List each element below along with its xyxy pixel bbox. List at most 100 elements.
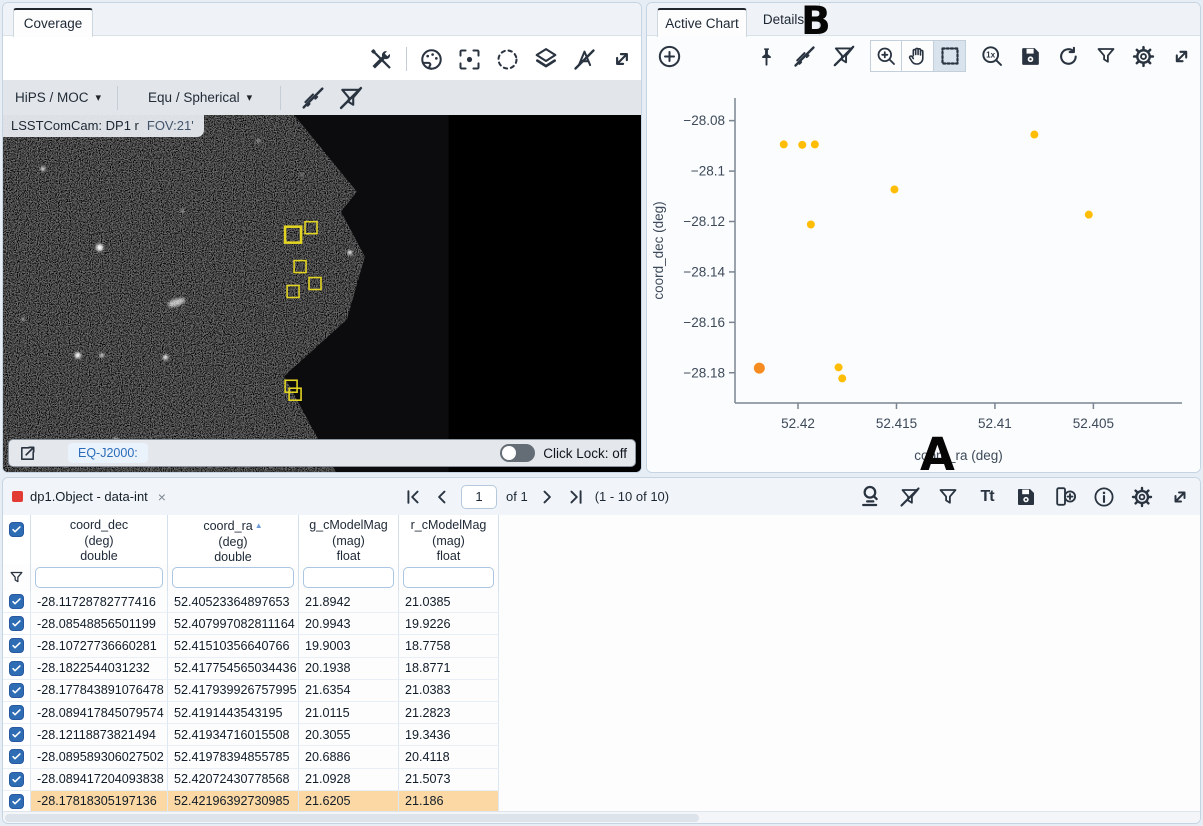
- table-row[interactable]: -28.1822544031232 52.417754565034436 20.19…: [3, 657, 500, 680]
- tools-icon[interactable]: [368, 46, 395, 73]
- chart-plot-area[interactable]: −28.08 −28.1 −28.12 −28.14 −28.16 −28.18 52.42…: [647, 76, 1200, 472]
- toolbar-divider: [406, 47, 407, 71]
- row-checkbox[interactable]: [9, 771, 24, 787]
- filter-input-coord-ra[interactable]: [172, 567, 294, 588]
- table-cell: 19.9226: [399, 613, 499, 636]
- chart-toolbar: 1x: [647, 36, 1200, 76]
- next-page-icon[interactable]: [537, 487, 557, 507]
- expand-icon[interactable]: [1169, 44, 1194, 69]
- settings-icon[interactable]: [1130, 485, 1154, 509]
- table-cell: 21.6354: [299, 679, 399, 702]
- table-cell: 18.8771: [399, 657, 499, 680]
- restore-icon[interactable]: [1056, 44, 1081, 69]
- tab-coverage[interactable]: Coverage: [13, 8, 93, 37]
- select-mode-button[interactable]: [934, 40, 966, 72]
- table-row[interactable]: -28.08548856501199 52.407997082811164 20.9…: [3, 613, 500, 636]
- row-checkbox[interactable]: [9, 749, 24, 765]
- row-checkbox-cell: [3, 591, 31, 614]
- table-row[interactable]: -28.089589306027502 52.41978394855785 20.6…: [3, 746, 500, 769]
- close-icon[interactable]: ×: [158, 489, 166, 505]
- select-all-checkbox[interactable]: [9, 522, 24, 537]
- selection-ellipse-icon[interactable]: [494, 46, 521, 73]
- column-header-g-cmodelmag[interactable]: g_cModelMag (mag) float: [299, 515, 399, 564]
- sky-image: [3, 115, 641, 472]
- pin-icon[interactable]: [755, 45, 778, 68]
- column-header-coord-dec[interactable]: coord_dec (deg) double: [31, 515, 168, 564]
- row-checkbox[interactable]: [9, 616, 24, 632]
- table-cell: 21.0383: [399, 679, 499, 702]
- table-row[interactable]: -28.177843891076478 52.417939926757995 21.…: [3, 679, 500, 702]
- table-row[interactable]: -28.11728782777416 52.40523364897653 21.89…: [3, 591, 500, 614]
- click-lock-toggle[interactable]: [500, 444, 536, 462]
- unhighlight-icon[interactable]: [791, 43, 818, 70]
- row-checkbox-cell: [3, 613, 31, 636]
- table-row[interactable]: -28.12118873821494 52.41934716015508 20.30…: [3, 724, 500, 747]
- unhighlight-icon[interactable]: [299, 84, 327, 112]
- row-checkbox[interactable]: [9, 793, 24, 809]
- filter-input-g-cmodelmag[interactable]: [303, 567, 394, 588]
- expand-icon[interactable]: [609, 46, 635, 72]
- horizontal-scrollbar[interactable]: [3, 811, 1200, 823]
- row-checkbox[interactable]: [9, 638, 24, 654]
- table-row[interactable]: -28.17818305197136 52.42196392730985 21.62…: [3, 790, 500, 813]
- table-cell: 52.41978394855785: [168, 746, 299, 769]
- info-icon[interactable]: [1092, 485, 1116, 509]
- external-link-icon[interactable]: [17, 443, 38, 464]
- table-cell: 19.3436: [399, 724, 499, 747]
- add-chart-icon[interactable]: [656, 43, 683, 70]
- instrument-label: LSSTComCam: DP1 r: [11, 118, 139, 133]
- zoom-in-mode-button[interactable]: [870, 40, 902, 72]
- column-header-r-cmodelmag[interactable]: r_cModelMag (mag) float: [399, 515, 499, 564]
- clear-filter-icon[interactable]: [337, 84, 365, 112]
- filter-row-icon: [8, 569, 25, 586]
- tab-active-chart[interactable]: Active Chart: [657, 8, 747, 37]
- measure-off-icon[interactable]: [571, 46, 598, 73]
- options-divider2: [280, 85, 282, 110]
- first-page-icon[interactable]: [403, 487, 423, 507]
- hips-moc-dropdown[interactable]: HiPS / MOC ▾: [15, 90, 101, 105]
- column-unit: (deg): [84, 533, 114, 548]
- filter-icon[interactable]: [1094, 44, 1118, 68]
- table-row[interactable]: -28.10727736660281 52.41510356640766 19.90…: [3, 635, 500, 658]
- table-row[interactable]: -28.089417204093838 52.42072430778568 21.0…: [3, 768, 500, 791]
- filter-input-r-cmodelmag[interactable]: [403, 567, 494, 588]
- pan-mode-button[interactable]: [902, 40, 934, 72]
- column-header-coord-ra[interactable]: coord_ra ▲ (deg) double: [168, 515, 299, 564]
- save-icon[interactable]: [1018, 44, 1043, 69]
- text-view-icon[interactable]: Tt: [974, 485, 1000, 509]
- sky-viewer[interactable]: LSSTComCam: DP1 r FOV:21' EQ-J2000: Click…: [3, 115, 641, 472]
- table-row[interactable]: -28.089417845079574 52.4191443543195 21.01…: [3, 701, 500, 725]
- filter-icon[interactable]: [936, 485, 960, 509]
- scrollbar-thumb[interactable]: [5, 814, 700, 822]
- add-column-icon[interactable]: [1052, 484, 1078, 509]
- row-checkbox-cell: [3, 701, 31, 725]
- row-checkbox[interactable]: [9, 660, 24, 676]
- prev-page-icon[interactable]: [432, 487, 452, 507]
- column-type: float: [436, 549, 461, 563]
- layers-icon[interactable]: [532, 45, 560, 73]
- row-checkbox[interactable]: [9, 682, 24, 698]
- recenter-icon[interactable]: [456, 46, 483, 73]
- row-checkbox[interactable]: [9, 594, 24, 610]
- last-page-icon[interactable]: [566, 487, 586, 507]
- coord-readout[interactable]: EQ-J2000:: [68, 443, 148, 463]
- expand-icon[interactable]: [1168, 485, 1192, 509]
- chart-panel: Active Chart Details 1x −28.08 −28.1 −28.1…: [646, 2, 1201, 473]
- row-checkbox[interactable]: [9, 705, 24, 721]
- clear-filter-icon[interactable]: [831, 43, 857, 69]
- save-icon[interactable]: [1014, 485, 1038, 509]
- pin-chart-icon[interactable]: [857, 483, 884, 510]
- projection-dropdown[interactable]: Equ / Spherical ▾: [148, 90, 252, 105]
- filter-input-coord-dec[interactable]: [35, 567, 163, 588]
- page-number-input[interactable]: [461, 484, 497, 509]
- svg-text:52.41: 52.41: [978, 416, 1012, 431]
- row-checkbox[interactable]: [9, 727, 24, 743]
- settings-icon[interactable]: [1131, 44, 1156, 69]
- zoom-original-icon[interactable]: 1x: [979, 43, 1005, 69]
- column-header-row: coord_dec (deg) double coord_ra ▲ (deg) d…: [3, 515, 500, 564]
- annotation-letter-b: B: [801, 0, 831, 44]
- column-unit: (mag): [332, 533, 365, 548]
- clear-filter-icon[interactable]: [898, 485, 922, 509]
- color-palette-icon[interactable]: [418, 46, 445, 73]
- table-tab[interactable]: dp1.Object - data-int ×: [3, 489, 166, 505]
